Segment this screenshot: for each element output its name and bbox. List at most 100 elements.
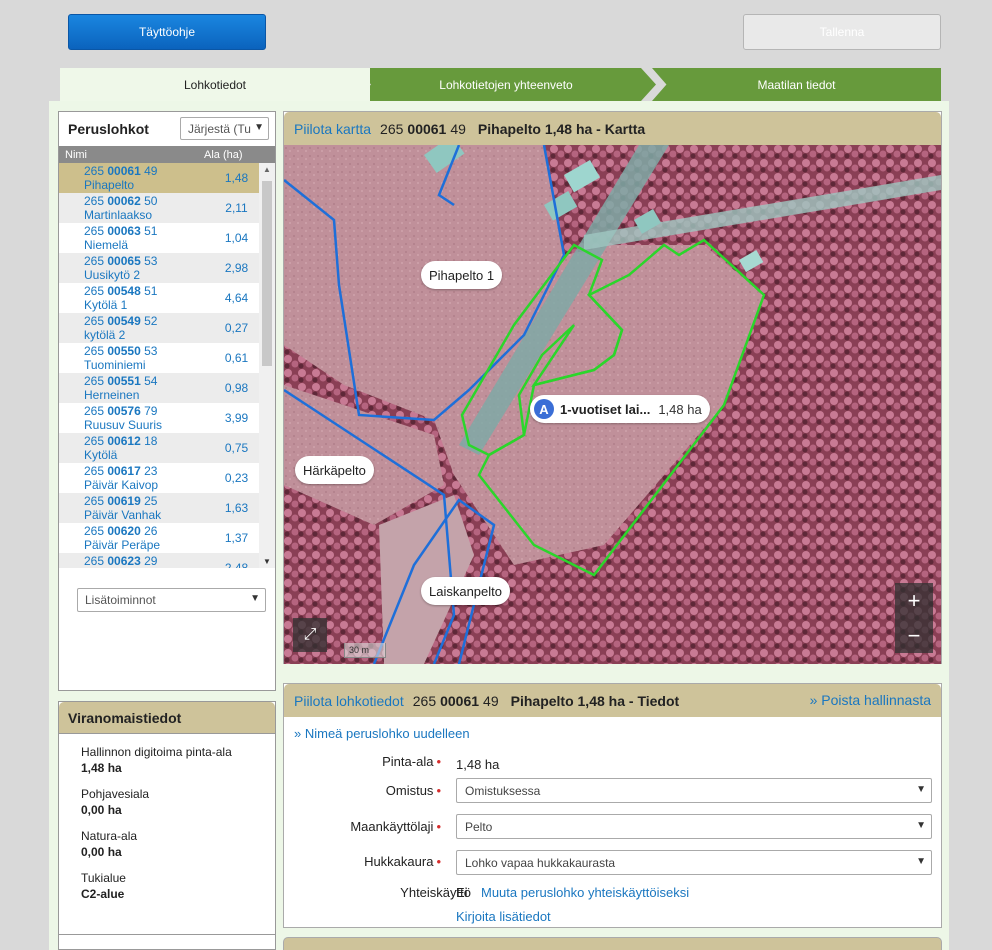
scroll-thumb[interactable] (262, 181, 272, 366)
parcel-prefix: 265 (84, 164, 105, 178)
rename-link[interactable]: » Nimeä peruslohko uudelleen (294, 726, 470, 741)
parcel-id: 00549 (107, 314, 141, 328)
map-label-laiskanpelto[interactable]: Laiskanpelto (421, 577, 510, 605)
save-button: Tallenna (743, 14, 941, 50)
parcel-area: 0,61 (224, 351, 249, 365)
chevron-down-icon: ▼ (916, 856, 926, 867)
parcel-row[interactable]: 265 00063 51 Niemelä 1,04 (59, 223, 275, 253)
authority-value: 0,00 ha (81, 845, 122, 859)
zoom-in-button[interactable]: + (895, 583, 933, 618)
parcel-area: 0,27 (224, 321, 249, 335)
chevron-down-icon: ▼ (250, 593, 260, 604)
scroll-up-icon[interactable]: ▲ (263, 165, 271, 174)
required-mark: • (436, 754, 441, 769)
parcel-suffix: 53 (144, 344, 158, 358)
marker-name: 1-vuotiset lai... (560, 401, 651, 417)
parcel-row[interactable]: 265 00550 53 Tuominiemi 0,61 (59, 343, 275, 373)
map-label-pihapelto[interactable]: Pihapelto 1 (421, 261, 503, 289)
step-farm-info[interactable]: Maatilan tiedot (652, 68, 941, 101)
parcel-name: 265 00549 52 kytölä 2 (59, 313, 214, 343)
parcel-row[interactable]: 265 00619 25 Päivär Vanhak 1,63 (59, 493, 275, 523)
parcel-name: 265 00612 18 Kytölä (59, 433, 214, 463)
marker-area: 1,48 ha (658, 401, 702, 417)
parcel-row[interactable]: 265 00061 49 Pihapelto 1,48 (59, 163, 275, 193)
chevron-down-icon: ▼ (916, 784, 926, 795)
scroll-down-icon[interactable]: ▼ (263, 557, 271, 566)
parcel-label: Tuominiemi (84, 358, 146, 372)
step-parcel-info[interactable]: Lohkotiedot (60, 68, 370, 101)
parcel-label: Herneinen (84, 388, 140, 402)
parcel-row[interactable]: 265 00549 52 kytölä 2 0,27 (59, 313, 275, 343)
required-mark: • (436, 783, 441, 798)
map-parcel-id: 00061 (407, 120, 447, 137)
authority-label: Tukialue (81, 871, 126, 885)
step-navigation: Lohkotietojen yhteenveto Maatilan tiedot… (60, 68, 941, 101)
parcel-label: Päivär Vanhak (84, 508, 162, 522)
parcel-name: 265 00576 79 Ruusuv Suuris (59, 403, 214, 433)
parcel-suffix: 52 (144, 314, 158, 328)
authority-label: Pohjavesiala (81, 787, 150, 801)
parcel-label: Niemelä (84, 238, 129, 252)
fullscreen-icon[interactable]: ⤢ (293, 618, 327, 652)
authority-item: Natura-ala 0,00 ha (59, 829, 275, 860)
shared-value: Ei (456, 885, 468, 900)
ownership-value: Omistuksessa (465, 783, 541, 798)
parcel-area: 0,98 (224, 381, 249, 395)
hide-info-link[interactable]: Piilota lohkotiedot (294, 693, 404, 709)
remove-link[interactable]: » Poista hallinnasta (810, 692, 931, 708)
map-label-harkapelto[interactable]: Härkäpelto (295, 456, 374, 484)
guide-button[interactable]: Täyttöohje (68, 14, 266, 50)
parcel-prefix: 265 (84, 524, 105, 538)
parcel-row[interactable]: 265 00623 29 2,48 (59, 553, 275, 568)
notes-link[interactable]: Kirjoita lisätiedot (456, 909, 551, 924)
parcel-id: 00065 (107, 254, 141, 268)
parcel-id: 00062 (107, 194, 141, 208)
hide-map-link[interactable]: Piilota kartta (294, 121, 371, 137)
parcel-name: 265 00551 54 Herneinen (59, 373, 214, 403)
step-summary-label: Lohkotietojen yhteenveto (439, 77, 573, 92)
zoom-controls: + − (895, 583, 933, 653)
parcel-list[interactable]: 265 00061 49 Pihapelto 1,48 265 00062 50 Mar… (59, 163, 275, 568)
parcel-row[interactable]: 265 00612 18 Kytölä 0,75 (59, 433, 275, 463)
parcel-prefix: 265 (84, 344, 105, 358)
map-parcel-marker[interactable]: A 1-vuotiset lai... 1,48 ha (530, 395, 710, 423)
parcel-row[interactable]: 265 00617 23 Päivär Kaivop 0,23 (59, 463, 275, 493)
step-summary[interactable]: Lohkotietojen yhteenveto (356, 68, 656, 101)
parcel-area: 2,48 (224, 561, 249, 568)
map-header: Piilota kartta 265 00061 49 Pihapelto 1,… (284, 112, 941, 145)
parcel-row[interactable]: 265 00576 79 Ruusuv Suuris 3,99 (59, 403, 275, 433)
make-shared-link[interactable]: Muuta peruslohko yhteiskäyttöiseksi (481, 885, 689, 900)
landuse-select[interactable]: Pelto ▼ (456, 814, 932, 839)
parcel-suffix: 51 (144, 284, 158, 298)
parcel-row[interactable]: 265 00062 50 Martinlaakso 2,11 (59, 193, 275, 223)
zoom-out-button[interactable]: − (895, 618, 933, 653)
map-title: Pihapelto 1,48 ha - Kartta (477, 120, 646, 137)
oats-select[interactable]: Lohko vapaa hukkakaurasta ▼ (456, 850, 932, 875)
oats-value: Lohko vapaa hukkakaurasta (465, 855, 616, 870)
parcel-name: 265 00550 53 Tuominiemi (59, 343, 214, 373)
ownership-label: Omistus (385, 783, 434, 798)
parcel-id: 00063 (107, 224, 141, 238)
col-name: Nimi (65, 148, 87, 161)
parcel-row[interactable]: 265 00551 54 Herneinen 0,98 (59, 373, 275, 403)
parcel-suffix: 18 (144, 434, 158, 448)
parcel-name: 265 00062 50 Martinlaakso (59, 193, 214, 223)
map-scale: 30 m (344, 643, 386, 658)
parcel-row[interactable]: 265 00620 26 Päivär Peräpe 1,37 (59, 523, 275, 553)
area-label: Pinta-ala (382, 754, 434, 769)
parcel-row[interactable]: 265 00065 53 Uusikytö 2 2,98 (59, 253, 275, 283)
list-scrollbar[interactable]: ▲ ▼ (259, 163, 275, 568)
parcel-id: 00551 (107, 374, 141, 388)
parcel-id: 00623 (107, 554, 141, 568)
map-panel: Piilota kartta 265 00061 49 Pihapelto 1,… (283, 111, 942, 664)
actions-select[interactable]: Lisätoiminnot ▼ (77, 588, 266, 612)
parcel-label: Kytölä (84, 448, 118, 462)
ownership-select[interactable]: Omistuksessa ▼ (456, 778, 932, 803)
map-canvas[interactable]: Pihapelto 1 Härkäpelto Laiskanpelto A 1-… (284, 145, 941, 664)
parcel-area: 0,75 (224, 441, 249, 455)
landuse-label: Maankäyttölaji (350, 819, 434, 834)
parcel-row[interactable]: 265 00548 51 Kytölä 1 4,64 (59, 283, 275, 313)
parcel-prefix: 265 (84, 194, 105, 208)
info-header: Piilota lohkotiedot 265 00061 49 Pihapel… (284, 684, 941, 717)
sort-select[interactable]: Järjestä (Tu ▼ (180, 117, 269, 140)
